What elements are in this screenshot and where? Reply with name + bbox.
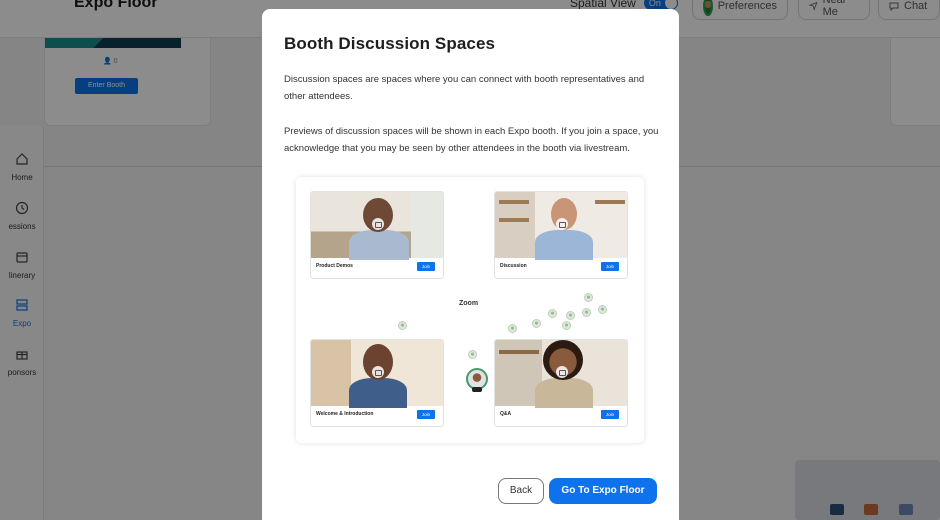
join-button: Join bbox=[417, 410, 435, 419]
discussion-tile: Q&A Join bbox=[494, 339, 628, 427]
booth-discussion-dialog: Booth Discussion Spaces Discussion space… bbox=[262, 9, 679, 520]
attendee-avatar bbox=[582, 308, 591, 317]
attendee-avatar bbox=[566, 311, 575, 320]
camera-icon bbox=[556, 218, 568, 230]
dialog-paragraph: Previews of discussion spaces will be sh… bbox=[284, 126, 659, 154]
join-button: Join bbox=[601, 410, 619, 419]
attendee-avatar bbox=[548, 309, 557, 318]
dialog-paragraph: Discussion spaces are spaces where you c… bbox=[284, 74, 645, 102]
attendee-avatar bbox=[598, 305, 607, 314]
discussion-tile: Discussion Join bbox=[494, 191, 628, 279]
dialog-title: Booth Discussion Spaces bbox=[284, 34, 496, 53]
go-to-expo-floor-button[interactable]: Go To Expo Floor bbox=[549, 478, 657, 504]
back-button[interactable]: Back bbox=[498, 478, 544, 504]
attendee-avatar bbox=[532, 319, 541, 328]
join-button: Join bbox=[601, 262, 619, 271]
tile-caption: Welcome & Introduction bbox=[316, 411, 374, 417]
attendee-avatar bbox=[508, 324, 517, 333]
camera-icon bbox=[372, 218, 384, 230]
attendee-avatar bbox=[398, 321, 407, 330]
tile-caption: Product Demos bbox=[316, 263, 353, 269]
attendee-avatar bbox=[562, 321, 571, 330]
attendee-avatar bbox=[584, 293, 593, 302]
join-button: Join bbox=[417, 262, 435, 271]
camera-icon bbox=[372, 366, 384, 378]
tile-caption: Q&A bbox=[500, 411, 512, 417]
discussion-spaces-illustration: Product Demos Join Discussion Join Welco… bbox=[296, 177, 644, 443]
zoom-label: Zoom bbox=[459, 300, 479, 307]
discussion-tile: Product Demos Join bbox=[310, 191, 444, 279]
discussion-tile: Welcome & Introduction Join bbox=[310, 339, 444, 427]
current-user-tag bbox=[472, 387, 482, 392]
tile-caption: Discussion bbox=[500, 263, 527, 269]
camera-icon bbox=[556, 366, 568, 378]
attendee-avatar bbox=[468, 350, 477, 359]
